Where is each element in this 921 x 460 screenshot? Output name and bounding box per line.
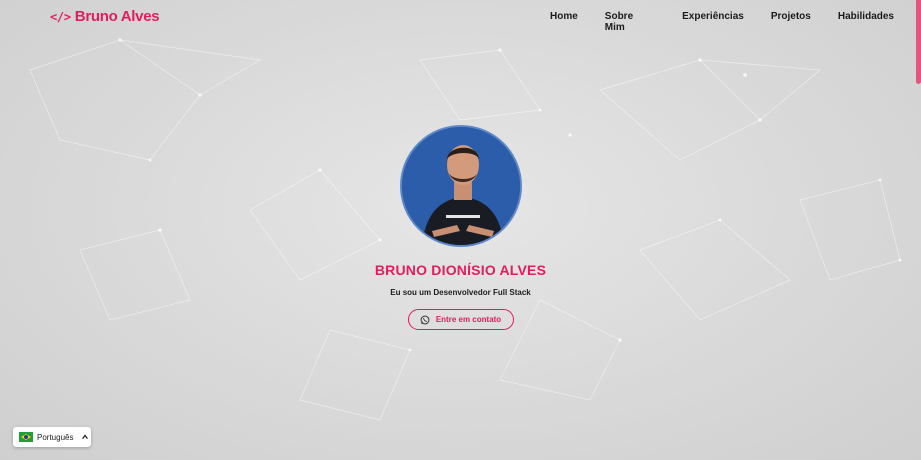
- brazil-flag-icon: [19, 432, 33, 442]
- hero-section: BRUNO DIONÍSIO ALVES Eu sou um Desenvolv…: [0, 125, 921, 330]
- profile-photo-illustration: [401, 127, 520, 245]
- nav-link-habilidades[interactable]: Habilidades: [838, 11, 894, 33]
- chevron-up-icon: [82, 434, 89, 439]
- top-navigation: </> Bruno Alves Home Sobre Mim Experiênc…: [0, 0, 921, 34]
- nav-link-projetos[interactable]: Projetos: [771, 11, 811, 33]
- nav-link-home[interactable]: Home: [550, 11, 578, 33]
- language-label: Português: [37, 432, 74, 442]
- contact-button-label: Entre em contato: [435, 315, 502, 324]
- whatsapp-icon: [420, 315, 430, 324]
- avatar: [399, 125, 522, 247]
- code-icon: </>: [50, 9, 71, 24]
- nav-link-sobre-mim[interactable]: Sobre Mim: [605, 11, 655, 33]
- hero-name: BRUNO DIONÍSIO ALVES: [374, 262, 547, 278]
- contact-button[interactable]: Entre em contato: [407, 309, 514, 330]
- hero-subtitle: Eu sou um Desenvolvedor Full Stack: [390, 288, 531, 297]
- brand-name: Bruno Alves: [74, 8, 160, 25]
- main-menu: Home Sobre Mim Experiências Projetos Hab…: [550, 11, 921, 33]
- language-selector[interactable]: Português: [13, 427, 91, 447]
- brand-logo[interactable]: </> Bruno Alves: [50, 8, 160, 25]
- nav-link-experiencias[interactable]: Experiências: [682, 11, 744, 33]
